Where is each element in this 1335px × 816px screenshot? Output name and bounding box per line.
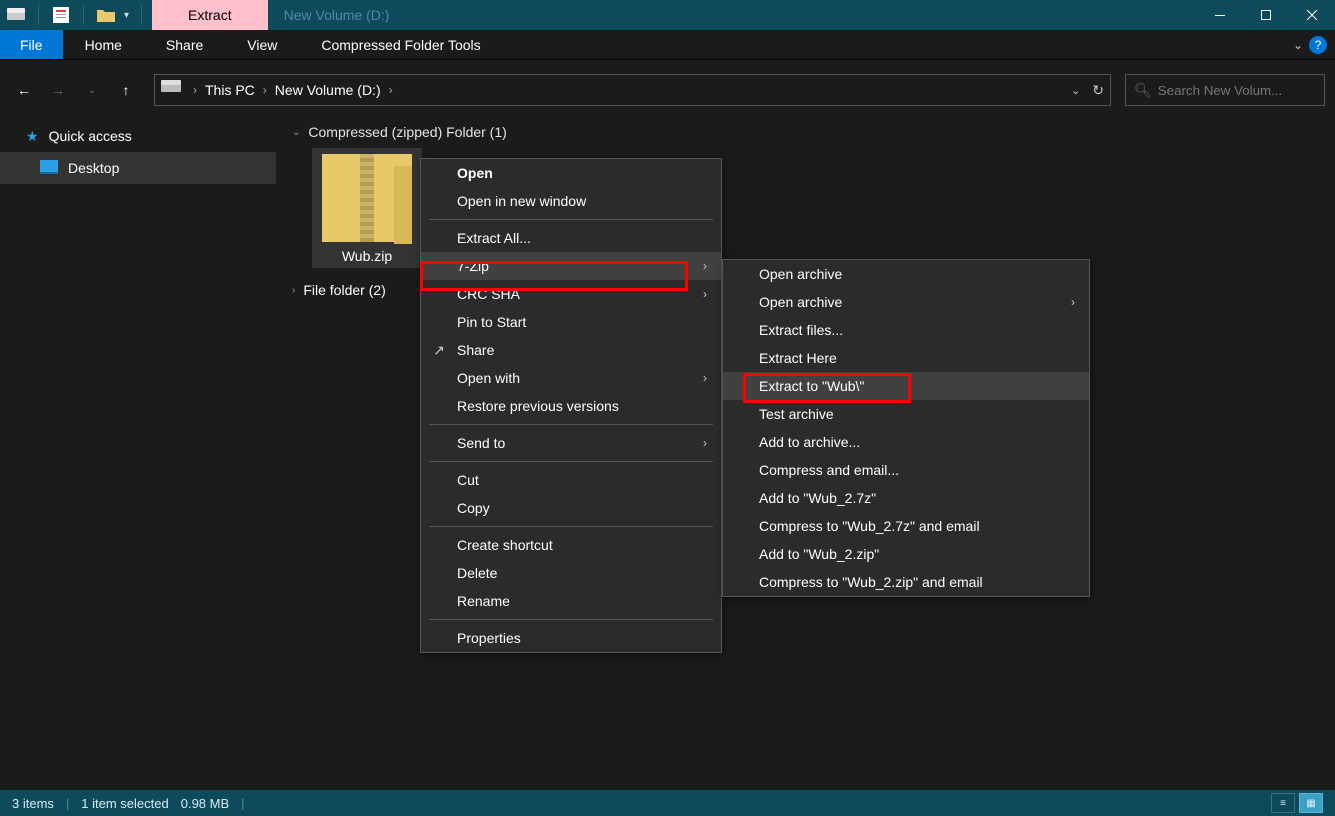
- ctx-share-label: Share: [457, 342, 494, 358]
- ctx-send-to-label: Send to: [457, 435, 505, 451]
- desktop-item[interactable]: Desktop: [0, 152, 276, 184]
- recent-dropdown[interactable]: ⌄: [78, 76, 106, 104]
- status-bar: 3 items | 1 item selected 0.98 MB | ≡ ▦: [0, 790, 1335, 816]
- drive-icon[interactable]: [6, 5, 26, 25]
- sub-extract-here[interactable]: Extract Here: [723, 344, 1089, 372]
- window-title: New Volume (D:): [268, 7, 390, 23]
- sub-compress-email[interactable]: Compress and email...: [723, 456, 1089, 484]
- ctx-extract-all[interactable]: Extract All...: [421, 224, 721, 252]
- ribbon-bar: File Home Share View Compressed Folder T…: [0, 30, 1335, 60]
- status-size: 0.98 MB: [181, 796, 229, 811]
- status-item-count: 3 items: [12, 796, 54, 811]
- navigation-pane: ★ Quick access Desktop: [0, 110, 276, 786]
- home-tab[interactable]: Home: [63, 30, 144, 59]
- sub-compress-zip-email[interactable]: Compress to "Wub_2.zip" and email: [723, 568, 1089, 596]
- ctx-restore-previous[interactable]: Restore previous versions: [421, 392, 721, 420]
- ctx-delete[interactable]: Delete: [421, 559, 721, 587]
- sub-open-archive-1[interactable]: Open archive: [723, 260, 1089, 288]
- chevron-right-icon[interactable]: ›: [263, 83, 267, 97]
- maximize-button[interactable]: [1243, 0, 1289, 30]
- group-compressed[interactable]: ⌄ Compressed (zipped) Folder (1): [292, 124, 1319, 140]
- breadcrumb-this-pc[interactable]: This PC: [205, 82, 255, 98]
- back-button[interactable]: ←: [10, 76, 38, 104]
- ctx-create-shortcut[interactable]: Create shortcut: [421, 531, 721, 559]
- title-bar: ▾ Extract New Volume (D:): [0, 0, 1335, 30]
- extract-context-tab[interactable]: Extract: [152, 0, 268, 30]
- desktop-label: Desktop: [68, 160, 119, 176]
- sub-add-to-7z[interactable]: Add to "Wub_2.7z": [723, 484, 1089, 512]
- sub-open-archive-2-label: Open archive: [759, 294, 842, 310]
- chevron-right-icon: ›: [685, 259, 707, 273]
- chevron-right-icon: ›: [1053, 295, 1075, 309]
- ctx-crc-sha[interactable]: CRC SHA ›: [421, 280, 721, 308]
- sub-add-to-zip[interactable]: Add to "Wub_2.zip": [723, 540, 1089, 568]
- qat-dropdown-icon[interactable]: ▾: [124, 10, 129, 21]
- address-bar[interactable]: › This PC › New Volume (D:) › ⌄ ↻: [154, 74, 1111, 106]
- compressed-folder-tools-tab[interactable]: Compressed Folder Tools: [299, 30, 502, 59]
- minimize-button[interactable]: [1197, 0, 1243, 30]
- quick-access[interactable]: ★ Quick access: [0, 120, 276, 152]
- chevron-right-icon[interactable]: ›: [389, 83, 393, 97]
- sub-test-archive[interactable]: Test archive: [723, 400, 1089, 428]
- ctx-open[interactable]: Open: [421, 159, 721, 187]
- forward-button[interactable]: →: [44, 76, 72, 104]
- file-name-label: Wub.zip: [316, 248, 418, 264]
- sub-extract-to-wub[interactable]: Extract to "Wub\": [723, 372, 1089, 400]
- ctx-rename[interactable]: Rename: [421, 587, 721, 615]
- breadcrumb-volume[interactable]: New Volume (D:): [275, 82, 381, 98]
- ctx-send-to[interactable]: Send to ›: [421, 429, 721, 457]
- ctx-open-new-window[interactable]: Open in new window: [421, 187, 721, 215]
- quick-access-label: Quick access: [49, 128, 132, 144]
- chevron-right-icon[interactable]: ›: [193, 83, 197, 97]
- ctx-properties[interactable]: Properties: [421, 624, 721, 652]
- details-view-button[interactable]: ≡: [1271, 793, 1295, 813]
- ctx-7zip[interactable]: 7-Zip ›: [421, 252, 721, 280]
- chevron-right-icon: ›: [685, 287, 707, 301]
- share-tab[interactable]: Share: [144, 30, 225, 59]
- navigation-bar: ← → ⌄ ↑ › This PC › New Volume (D:) › ⌄ …: [0, 70, 1335, 110]
- refresh-icon[interactable]: ↻: [1092, 82, 1104, 99]
- ctx-7zip-label: 7-Zip: [457, 258, 489, 274]
- view-tab[interactable]: View: [225, 30, 299, 59]
- up-button[interactable]: ↑: [112, 76, 140, 104]
- context-submenu-7zip: Open archive Open archive › Extract files…: [722, 259, 1090, 597]
- ctx-open-with[interactable]: Open with ›: [421, 364, 721, 392]
- large-icons-view-button[interactable]: ▦: [1299, 793, 1323, 813]
- ctx-cut[interactable]: Cut: [421, 466, 721, 494]
- chevron-right-icon: ›: [685, 371, 707, 385]
- close-button[interactable]: [1289, 0, 1335, 30]
- ctx-copy[interactable]: Copy: [421, 494, 721, 522]
- sub-add-to-archive[interactable]: Add to archive...: [723, 428, 1089, 456]
- help-icon[interactable]: ?: [1309, 36, 1327, 54]
- file-tab[interactable]: File: [0, 30, 63, 59]
- group-label: File folder (2): [303, 282, 385, 298]
- search-icon: 🔍︎: [1134, 82, 1152, 99]
- share-icon: ↗: [429, 342, 449, 359]
- properties-icon[interactable]: [51, 5, 71, 25]
- sub-extract-files[interactable]: Extract files...: [723, 316, 1089, 344]
- search-box[interactable]: 🔍︎: [1125, 74, 1325, 106]
- status-selected: 1 item selected: [81, 796, 168, 811]
- expand-ribbon-icon[interactable]: ⌄: [1293, 38, 1303, 52]
- chevron-right-icon: ›: [292, 285, 295, 296]
- ctx-share[interactable]: ↗ Share: [421, 336, 721, 364]
- ctx-pin-to-start[interactable]: Pin to Start: [421, 308, 721, 336]
- quick-access-toolbar: ▾: [0, 0, 152, 30]
- desktop-icon: [40, 160, 58, 177]
- ctx-crc-label: CRC SHA: [457, 286, 520, 302]
- group-label: Compressed (zipped) Folder (1): [308, 124, 506, 140]
- sub-compress-7z-email[interactable]: Compress to "Wub_2.7z" and email: [723, 512, 1089, 540]
- zip-folder-icon: [322, 154, 412, 242]
- sub-open-archive-2[interactable]: Open archive ›: [723, 288, 1089, 316]
- drive-icon: [161, 80, 181, 100]
- chevron-down-icon: ⌄: [292, 127, 300, 138]
- file-wub-zip[interactable]: Wub.zip: [312, 148, 422, 268]
- address-dropdown-icon[interactable]: ⌄: [1071, 84, 1080, 97]
- ctx-open-with-label: Open with: [457, 370, 520, 386]
- search-input[interactable]: [1158, 83, 1316, 98]
- star-icon: ★: [26, 128, 39, 145]
- folder-icon[interactable]: [96, 5, 116, 25]
- context-menu: Open Open in new window Extract All... 7…: [420, 158, 722, 653]
- chevron-right-icon: ›: [685, 436, 707, 450]
